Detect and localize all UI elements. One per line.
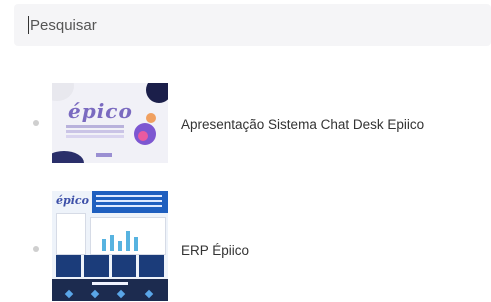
thumbnail-text-lines (66, 125, 124, 128)
thumbnail-text-lines (96, 195, 162, 197)
thumbnail-bar (110, 235, 114, 251)
thumbnail-text-lines (92, 282, 128, 285)
thumbnail-logo: épico (56, 194, 89, 207)
bullet-icon (33, 120, 39, 126)
thumbnail-card (139, 255, 164, 277)
thumbnail[interactable]: épico (52, 83, 168, 163)
thumbnail-bar (118, 241, 122, 251)
search-bar[interactable] (14, 4, 491, 46)
thumbnail-bar (126, 231, 130, 251)
thumbnail-shape (146, 83, 168, 103)
thumbnail-bar (102, 239, 106, 251)
thumbnail-bar (134, 237, 138, 251)
list-item[interactable]: épico ERP Épiico (0, 191, 491, 302)
thumbnail-logo: épico (68, 99, 133, 123)
thumbnail-panel (56, 213, 86, 255)
list-item[interactable]: épico Apresentação Sistema Chat Desk Epi… (0, 80, 491, 170)
thumbnail-card (83, 255, 109, 277)
thumbnail-shape (96, 153, 112, 157)
thumbnail[interactable]: épico (52, 191, 168, 301)
item-title[interactable]: Apresentação Sistema Chat Desk Epiico (181, 117, 424, 132)
thumbnail-card (111, 255, 137, 277)
item-title[interactable]: ERP Épiico (181, 243, 249, 258)
thumbnail-cards (56, 255, 164, 277)
thumbnail-card (56, 255, 81, 277)
bullet-icon (33, 246, 39, 252)
thumbnail-illustration (146, 113, 156, 123)
text-cursor (28, 16, 29, 34)
thumbnail-shape (52, 151, 84, 163)
thumbnail-illustration (138, 131, 148, 141)
search-input[interactable] (30, 16, 491, 34)
